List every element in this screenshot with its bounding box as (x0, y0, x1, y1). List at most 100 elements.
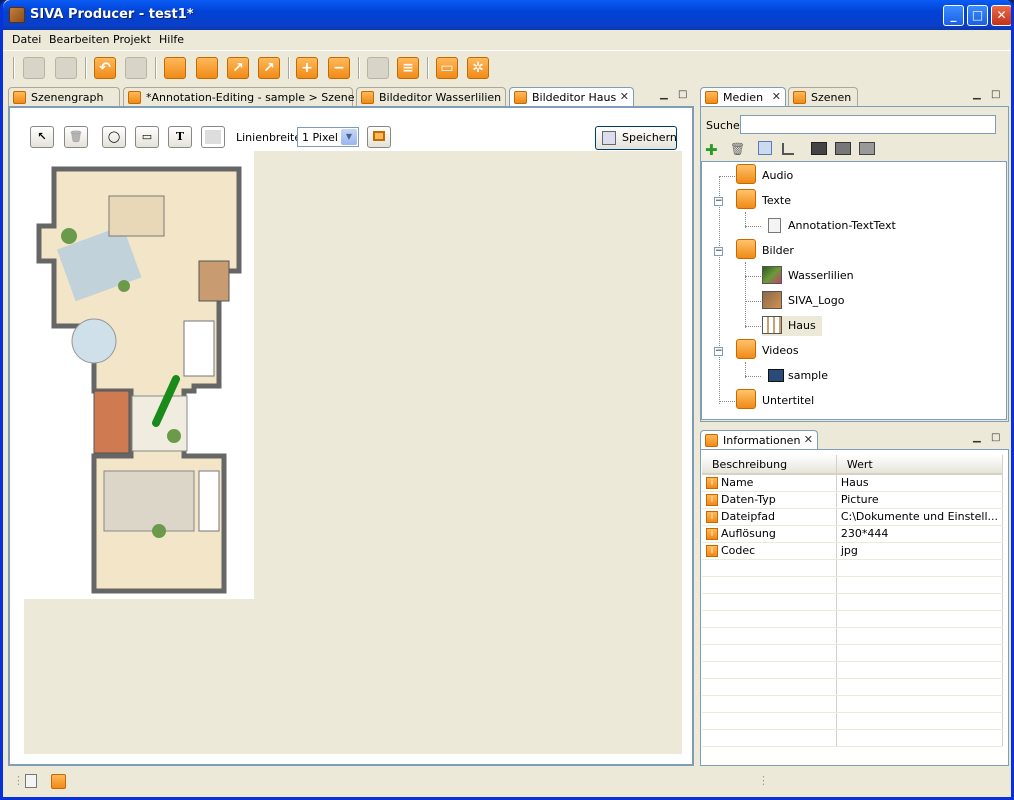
new-view-icon[interactable] (25, 774, 37, 788)
menu-datei[interactable]: Datei (12, 33, 41, 46)
text-folder-icon (736, 189, 756, 209)
publish-icon[interactable]: ↗ (258, 57, 280, 79)
text-tool-button[interactable]: T (168, 126, 192, 148)
add-icon[interactable]: + (296, 57, 318, 79)
tree-line (719, 401, 735, 402)
info-table: Beschreibung Wert i Name Haus i Daten-Typ Pi… (702, 455, 1004, 747)
table-row[interactable]: i Codec jpg (702, 542, 1004, 560)
table-row[interactable]: i Name Haus (702, 474, 1004, 492)
column-header-wert[interactable]: Wert (836, 455, 1004, 475)
maximize-view-icon[interactable]: □ (991, 89, 1000, 100)
close-tab-icon[interactable]: ✕ (620, 90, 629, 103)
menu-hilfe[interactable]: Hilfe (159, 33, 184, 46)
rectangle-tool-button[interactable]: ▭ (135, 126, 159, 148)
tab-szenengraph[interactable]: Szenengraph (8, 87, 120, 107)
floppy-icon (602, 131, 616, 145)
property-icon: i (706, 511, 718, 523)
scenes-icon (793, 91, 806, 104)
status-grip: ⋮ (13, 774, 24, 787)
media-icon (705, 91, 718, 104)
tab-annotation-editing[interactable]: *Annotation-Editing - sample > Szene (123, 87, 355, 107)
minimize-view-icon[interactable]: ▁ (973, 89, 981, 100)
tree-node-wasserlilien[interactable]: Wasserlilien (762, 266, 854, 286)
title-bar[interactable]: SIVA Producer - test1* _ □ ✕ (3, 0, 1011, 30)
tree-node-audio[interactable]: Audio (736, 164, 794, 186)
menu-bearbeiten[interactable]: Bearbeiten (49, 33, 109, 46)
search-input[interactable] (740, 115, 996, 134)
tree-node-label: Audio (762, 169, 794, 182)
image-folder-icon (736, 239, 756, 259)
export-icon[interactable]: ↗ (227, 57, 249, 79)
ellipse-tool-button[interactable]: ◯ (102, 126, 126, 148)
hierarchy-icon[interactable] (367, 57, 389, 79)
save-as-icon[interactable] (196, 57, 218, 79)
collapse-icon[interactable]: − (714, 197, 723, 206)
table-row (702, 559, 1004, 577)
delete-media-icon[interactable]: 🗑 (730, 142, 745, 156)
tree-node-haus[interactable]: Haus (762, 316, 822, 336)
preview-icon[interactable]: ▭ (436, 57, 458, 79)
minimize-view-icon[interactable]: ▁ (660, 89, 668, 100)
delete-tool-button[interactable]: 🗑 (64, 126, 88, 148)
minimize-button[interactable]: _ (943, 5, 964, 26)
align-icon[interactable] (782, 143, 794, 155)
video-cut-icon[interactable] (835, 142, 851, 155)
minimize-view-icon[interactable]: ▁ (973, 432, 981, 443)
table-row[interactable]: i Auflösung 230*444 (702, 525, 1004, 543)
tab-label: Szenen (811, 91, 852, 104)
tree-node-siva-logo[interactable]: SIVA_Logo (762, 291, 844, 311)
close-tab-icon[interactable]: ✕ (772, 90, 781, 103)
fit-icon[interactable] (758, 141, 772, 155)
table-row[interactable]: i Daten-Typ Picture (702, 491, 1004, 509)
tree-node-annotation-text[interactable]: Annotation-TextText (768, 216, 896, 236)
select-tool-button[interactable]: ↖ (30, 126, 54, 148)
collapse-icon[interactable]: − (714, 347, 723, 356)
video-settings-icon[interactable] (859, 142, 875, 155)
window-title: SIVA Producer - test1* (30, 7, 194, 22)
tree-node-videos[interactable]: Videos (736, 339, 799, 361)
close-tab-icon[interactable]: ✕ (804, 433, 813, 446)
close-button[interactable]: ✕ (991, 5, 1011, 26)
new-project-icon[interactable] (23, 57, 45, 79)
menu-bar: Datei Bearbeiten Projekt Hilfe (3, 30, 1011, 49)
tree-node-texte[interactable]: Texte (736, 189, 791, 211)
save-button[interactable]: Speichern (595, 126, 677, 150)
table-row (702, 661, 1004, 679)
film-icon (768, 369, 784, 382)
save-project-icon[interactable] (55, 57, 77, 79)
maximize-view-icon[interactable]: □ (991, 432, 1000, 443)
maximize-button[interactable]: □ (967, 5, 988, 26)
tree-node-bilder[interactable]: Bilder (736, 239, 794, 261)
tab-medien[interactable]: Medien ✕ (700, 87, 786, 107)
tab-informationen[interactable]: Informationen ✕ (700, 430, 818, 450)
table-row (702, 729, 1004, 747)
haus-thumbnail (762, 316, 782, 334)
tree-node-untertitel[interactable]: Untertitel (736, 389, 815, 411)
tab-bildeditor-haus[interactable]: Bildeditor Haus ✕ (509, 87, 634, 107)
tree-node-sample[interactable]: sample (768, 366, 828, 386)
chevron-down-icon[interactable]: ▼ (341, 129, 357, 145)
remove-icon[interactable]: − (328, 57, 350, 79)
tab-bildeditor-wasserlilien[interactable]: Bildeditor Wasserlilien (356, 87, 506, 107)
tree-node-label: Annotation-TextText (788, 219, 896, 232)
tree-node-label: Untertitel (762, 394, 815, 407)
add-media-icon[interactable]: ✚ (705, 141, 718, 159)
tab-szenen[interactable]: Szenen (788, 87, 858, 107)
floor-plan-image[interactable] (24, 151, 254, 599)
line-width-select[interactable]: 1 Pixel ▼ (297, 127, 359, 147)
color-picker-button[interactable] (201, 126, 225, 148)
column-header-beschreibung[interactable]: Beschreibung (702, 455, 837, 475)
list-icon[interactable]: ≡ (397, 57, 419, 79)
collapse-icon[interactable]: − (714, 247, 723, 256)
scene-graph-shortcut-icon[interactable] (51, 774, 66, 789)
undo-icon[interactable]: ↶ (94, 57, 116, 79)
table-row[interactable]: i Dateipfad C:\Dokumente und Einstell... (702, 508, 1004, 526)
menu-projekt[interactable]: Projekt (113, 33, 151, 46)
redo-icon[interactable] (125, 57, 147, 79)
maximize-view-icon[interactable]: □ (678, 89, 687, 100)
save-icon[interactable] (164, 57, 186, 79)
video-icon[interactable] (811, 142, 827, 155)
layer-order-button[interactable] (367, 126, 391, 148)
settings-icon[interactable]: ✲ (467, 57, 489, 79)
table-row (702, 695, 1004, 713)
